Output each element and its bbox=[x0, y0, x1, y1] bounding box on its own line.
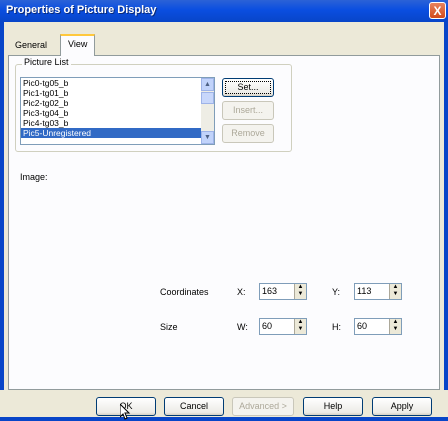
help-button[interactable]: Help bbox=[303, 397, 363, 416]
list-item-selected[interactable]: Pic5-Unregistered bbox=[21, 128, 214, 138]
insert-button[interactable]: Insert... bbox=[222, 101, 274, 120]
x-label: X: bbox=[237, 287, 246, 297]
picture-listbox[interactable]: Pic0-tg05_b Pic1-tg01_b Pic2-tg02_b Pic3… bbox=[20, 77, 215, 145]
list-item[interactable]: Pic1-tg01_b bbox=[21, 88, 214, 98]
spin-arrows-icon[interactable]: ▲ ▼ bbox=[389, 284, 401, 299]
list-scrollbar[interactable]: ▲ ▼ bbox=[201, 78, 214, 144]
y-value[interactable]: 113 bbox=[357, 286, 371, 296]
scroll-up-icon[interactable]: ▲ bbox=[201, 78, 214, 91]
coordinates-label: Coordinates bbox=[160, 287, 209, 297]
tab-general[interactable]: General bbox=[10, 38, 52, 55]
size-label: Size bbox=[160, 322, 178, 332]
y-spinbox[interactable]: 113 ▲ ▼ bbox=[354, 283, 402, 300]
picture-list-label: Picture List bbox=[22, 57, 71, 67]
list-item[interactable]: Pic3-tg04_b bbox=[21, 108, 214, 118]
y-label: Y: bbox=[332, 287, 341, 297]
list-item[interactable]: Pic0-tg05_b bbox=[21, 78, 214, 88]
title-bar: Properties of Picture Display X bbox=[0, 0, 448, 22]
close-button[interactable]: X bbox=[429, 2, 446, 19]
close-icon: X bbox=[433, 4, 442, 18]
image-label: Image: bbox=[20, 172, 48, 182]
window-title: Properties of Picture Display bbox=[6, 4, 157, 16]
cancel-button[interactable]: Cancel bbox=[164, 397, 224, 416]
spin-arrows-icon[interactable]: ▲ ▼ bbox=[294, 319, 306, 334]
w-label: W: bbox=[237, 322, 248, 332]
window-frame-bottom bbox=[0, 417, 448, 421]
mouse-cursor-icon bbox=[120, 404, 131, 420]
scroll-thumb[interactable] bbox=[201, 92, 214, 104]
scroll-down-icon[interactable]: ▼ bbox=[201, 131, 214, 144]
remove-button[interactable]: Remove bbox=[222, 124, 274, 143]
window-frame-right bbox=[444, 22, 448, 421]
x-value[interactable]: 163 bbox=[262, 286, 277, 296]
h-spinbox[interactable]: 60 ▲ ▼ bbox=[354, 318, 402, 335]
h-label: H: bbox=[332, 322, 341, 332]
tab-view[interactable]: View bbox=[60, 34, 96, 56]
h-value[interactable]: 60 bbox=[357, 321, 367, 331]
spin-arrows-icon[interactable]: ▲ ▼ bbox=[294, 284, 306, 299]
w-spinbox[interactable]: 60 ▲ ▼ bbox=[259, 318, 307, 335]
spin-arrows-icon[interactable]: ▲ ▼ bbox=[389, 319, 401, 334]
advanced-button[interactable]: Advanced > bbox=[232, 397, 294, 416]
x-spinbox[interactable]: 163 ▲ ▼ bbox=[259, 283, 307, 300]
list-item[interactable]: Pic2-tg02_b bbox=[21, 98, 214, 108]
apply-button[interactable]: Apply bbox=[372, 397, 432, 416]
list-item[interactable]: Pic4-tg03_b bbox=[21, 118, 214, 128]
w-value[interactable]: 60 bbox=[262, 321, 272, 331]
window-frame-left bbox=[0, 22, 4, 421]
set-button[interactable]: Set... bbox=[222, 78, 274, 97]
